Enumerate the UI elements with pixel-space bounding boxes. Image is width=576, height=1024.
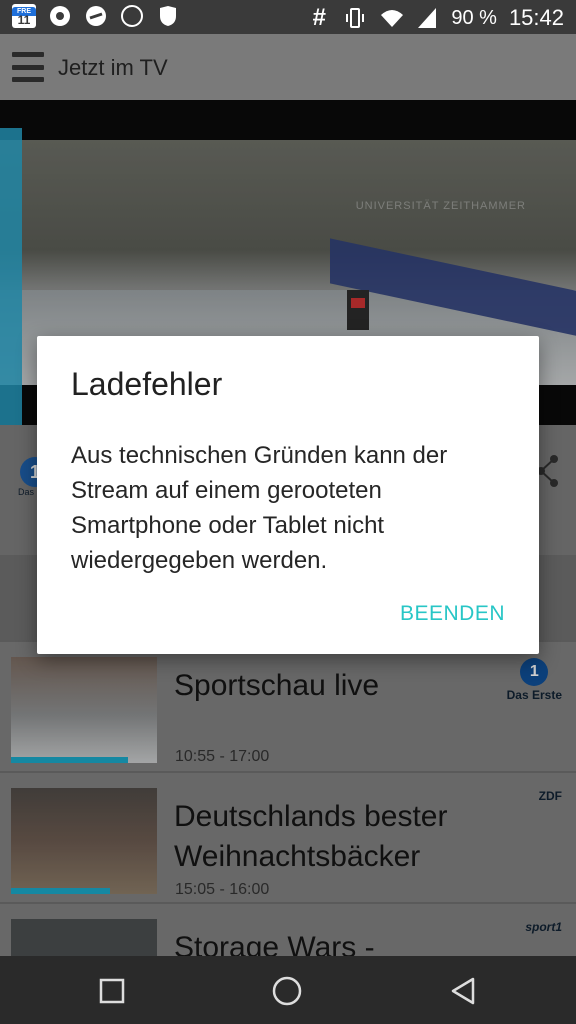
dialog-message: Aus technischen Gründen kann der Stream … [71,442,448,574]
back-icon[interactable] [446,974,480,1008]
navigation-bar [0,956,576,1024]
error-dialog: Ladefehler Aus technischen Gründen kann … [37,336,539,654]
calendar-icon: FRE 11 [12,4,36,28]
hash-icon: # [312,4,327,31]
signal-icon [415,6,439,30]
clock: 15:42 [508,5,564,30]
counter-icon [120,4,144,28]
battery-text: 90 % [451,6,497,29]
vibrate-icon [343,6,367,30]
page-title: Jetzt im TV [58,55,168,80]
app-bar: Jetzt im TV [0,34,576,100]
app-icon-2 [84,4,108,28]
home-icon[interactable] [270,974,304,1008]
end-button[interactable]: BEENDEN [400,602,505,626]
recents-icon[interactable] [95,974,129,1008]
menu-icon[interactable] [12,52,44,82]
status-bar: FRE 11 # 90 % 15:42 [0,0,576,34]
shield-icon [156,4,180,28]
app-icon [48,4,72,28]
wifi-icon [379,6,404,30]
dialog-title: Ladefehler [71,366,223,402]
